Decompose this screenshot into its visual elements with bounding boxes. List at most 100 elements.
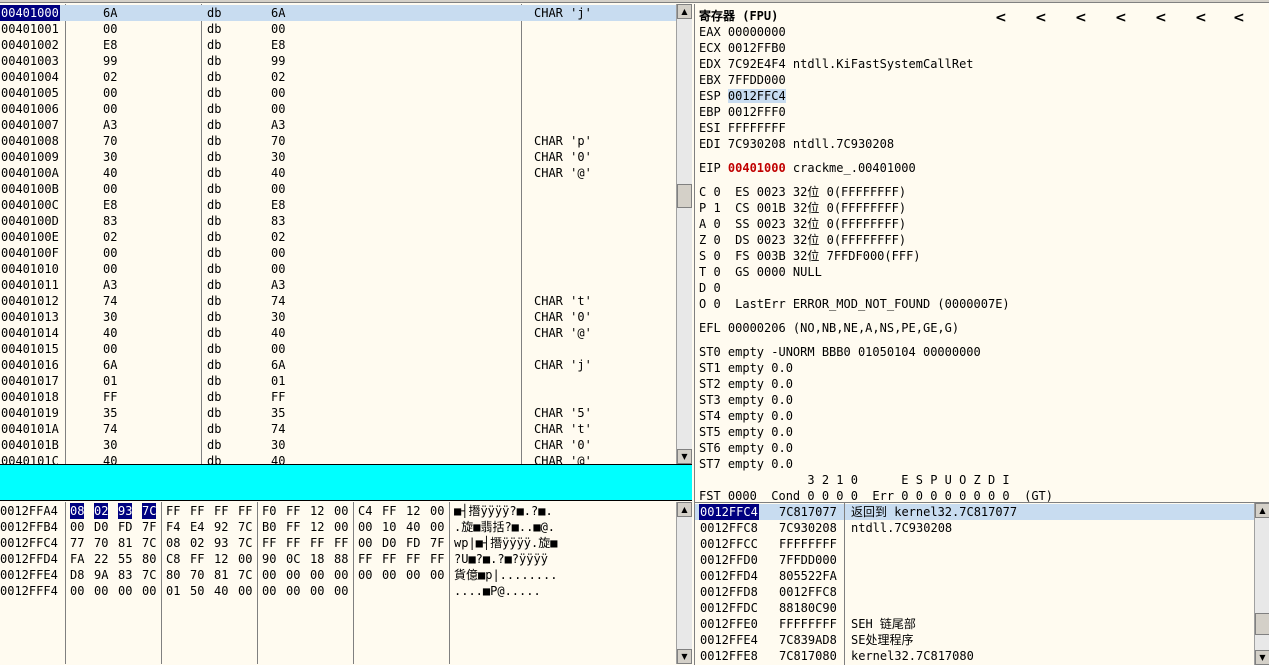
dump-byte[interactable]: 0C xyxy=(286,551,300,567)
dump-byte[interactable]: 80 xyxy=(166,567,180,583)
dump-byte[interactable]: FF xyxy=(430,551,444,567)
dump-byte[interactable]: 08 xyxy=(70,503,85,519)
disasm-row[interactable]: 00401010 00 db 00 xyxy=(0,261,676,277)
dump-byte[interactable]: 7F xyxy=(430,535,444,551)
dump-byte[interactable]: 12 xyxy=(406,503,420,519)
dump-byte[interactable]: 00 xyxy=(334,583,348,599)
dump-byte[interactable]: 00 xyxy=(358,567,372,583)
register-line[interactable]: EBP 0012FFF0 xyxy=(699,104,786,120)
register-line[interactable]: EAX 00000000 xyxy=(699,24,786,40)
disasm-row[interactable]: 0040101B 30 db 30 CHAR '0' xyxy=(0,437,676,453)
dump-byte[interactable]: 00 xyxy=(118,583,132,599)
register-line[interactable]: A 0 SS 0023 32位 0(FFFFFFFF) xyxy=(699,216,906,232)
dump-byte[interactable]: FF xyxy=(166,503,180,519)
dump-row[interactable]: 0012FFD4 FA 22 55 80 C8 FF 12 00 90 0C 18 88 FF FF FF FF… xyxy=(0,551,676,567)
registers-pane[interactable]: 寄存器 (FPU) < < < < < < < EAX 00000000 ECX 0012FF… xyxy=(694,4,1269,502)
nav-arrow-icon[interactable]: < xyxy=(1115,11,1127,25)
disasm-row[interactable]: 0040101A 74 db 74 CHAR 't' xyxy=(0,421,676,437)
register-line[interactable]: ST4 empty 0.0 xyxy=(699,408,793,424)
dump-byte[interactable]: 18 xyxy=(310,551,324,567)
dump-byte[interactable]: 08 xyxy=(166,535,180,551)
dump-row[interactable]: 0012FFE4 D8 9A 83 7C 80 70 81 7C 00 00 00 00 00 00 00 00… xyxy=(0,567,676,583)
dump-byte[interactable]: 90 xyxy=(262,551,276,567)
dump-byte[interactable]: 00 xyxy=(262,583,276,599)
dump-byte[interactable]: 12 xyxy=(310,519,324,535)
dump-byte[interactable]: 00 xyxy=(70,519,84,535)
dump-byte[interactable]: 83 xyxy=(118,567,132,583)
dump-row[interactable]: 0012FFC4 77 70 81 7C 08 02 93 7C FF FF FF FF 00 D0 FD 7F… xyxy=(0,535,676,551)
register-line[interactable]: O 0 LastErr ERROR_MOD_NOT_FOUND (0000007… xyxy=(699,296,1010,312)
dump-byte[interactable]: 93 xyxy=(118,503,133,519)
dump-byte[interactable]: 7C xyxy=(238,535,252,551)
dump-byte[interactable]: 7C xyxy=(238,567,252,583)
dump-byte[interactable]: 88 xyxy=(334,551,348,567)
dump-byte[interactable]: 00 xyxy=(334,503,348,519)
scroll-thumb[interactable] xyxy=(1255,613,1269,635)
register-line[interactable]: EDI 7C930208 ntdll.7C930208 xyxy=(699,136,894,152)
register-line[interactable]: ECX 0012FFB0 xyxy=(699,40,786,56)
register-line[interactable]: EBX 7FFDD000 xyxy=(699,72,786,88)
dump-byte[interactable]: 40 xyxy=(406,519,420,535)
disassembly-pane[interactable]: 00401000 6A db 6A CHAR 'j' 00401001 00 db 00 0040… xyxy=(0,4,692,464)
stack-row[interactable]: 0012FFE4 7C839AD8 SE处理程序 xyxy=(695,632,1254,648)
stack-row[interactable]: 0012FFD8 0012FFC8 xyxy=(695,584,1254,600)
stack-row[interactable]: 0012FFE0 FFFFFFFF SEH 链尾部 xyxy=(695,616,1254,632)
register-line[interactable]: ESI FFFFFFFF xyxy=(699,120,786,136)
disasm-row[interactable]: 00401015 00 db 00 xyxy=(0,341,676,357)
register-line[interactable]: P 1 CS 001B 32位 0(FFFFFFFF) xyxy=(699,200,906,216)
dump-byte[interactable]: 00 xyxy=(334,519,348,535)
dump-byte[interactable]: 00 xyxy=(142,583,156,599)
register-line[interactable]: 3 2 1 0 E S P U O Z D I xyxy=(699,472,1009,488)
disasm-row[interactable]: 0040100F 00 db 00 xyxy=(0,245,676,261)
scroll-thumb[interactable] xyxy=(677,184,692,208)
dump-byte[interactable]: FF xyxy=(286,519,300,535)
dump-byte[interactable]: 7F xyxy=(142,519,156,535)
dump-byte[interactable]: B0 xyxy=(262,519,276,535)
dump-byte[interactable]: 00 xyxy=(286,567,300,583)
dump-byte[interactable]: 9A xyxy=(94,567,108,583)
dump-scrollbar[interactable]: ▲ ▼ xyxy=(676,502,692,664)
dump-byte[interactable]: 00 xyxy=(430,503,444,519)
disasm-row[interactable]: 00401014 40 db 40 CHAR '@' xyxy=(0,325,676,341)
dump-byte[interactable]: 00 xyxy=(310,567,324,583)
disasm-row[interactable]: 0040100B 00 db 00 xyxy=(0,181,676,197)
memory-dump-pane[interactable]: 0012FFA4 08 02 93 7C FF FF FF FF F0 FF 12 00 C4 FF 12 00… xyxy=(0,502,692,664)
disasm-row[interactable]: 0040100D 83 db 83 xyxy=(0,213,676,229)
dump-byte[interactable]: 55 xyxy=(118,551,132,567)
dump-byte[interactable]: 02 xyxy=(94,503,109,519)
dump-byte[interactable]: FF xyxy=(190,503,204,519)
nav-arrow-icon[interactable]: < xyxy=(1233,11,1245,25)
dump-byte[interactable]: 22 xyxy=(94,551,108,567)
register-line[interactable]: C 0 ES 0023 32位 0(FFFFFFFF) xyxy=(699,184,906,200)
disasm-row[interactable]: 00401000 6A db 6A CHAR 'j' xyxy=(0,5,676,21)
register-line[interactable]: ST7 empty 0.0 xyxy=(699,456,793,472)
stack-row[interactable]: 0012FFDC 88180C90 xyxy=(695,600,1254,616)
register-value-highlight[interactable]: 0012FFC4 xyxy=(727,89,786,103)
disasm-row[interactable]: 00401009 30 db 30 CHAR '0' xyxy=(0,149,676,165)
dump-byte[interactable]: FA xyxy=(70,551,84,567)
disasm-scrollbar[interactable]: ▲ ▼ xyxy=(676,4,692,464)
dump-byte[interactable]: 80 xyxy=(142,551,156,567)
register-line[interactable]: ST3 empty 0.0 xyxy=(699,392,793,408)
nav-arrow-icon[interactable]: < xyxy=(1035,11,1047,25)
dump-byte[interactable]: 7C xyxy=(142,567,156,583)
disasm-row[interactable]: 0040100E 02 db 02 xyxy=(0,229,676,245)
dump-byte[interactable]: FF xyxy=(382,503,396,519)
stack-row[interactable]: 0012FFC4 7C817077 返回到 kernel32.7C817077 xyxy=(695,504,1254,520)
dump-byte[interactable]: FF xyxy=(214,503,228,519)
disasm-row[interactable]: 00401016 6A db 6A CHAR 'j' xyxy=(0,357,676,373)
disasm-row[interactable]: 00401019 35 db 35 CHAR '5' xyxy=(0,405,676,421)
dump-byte[interactable]: 00 xyxy=(430,519,444,535)
dump-byte[interactable]: F0 xyxy=(262,503,276,519)
dump-row[interactable]: 0012FFA4 08 02 93 7C FF FF FF FF F0 FF 12 00 C4 FF 12 00… xyxy=(0,503,676,519)
dump-byte[interactable]: 00 xyxy=(430,567,444,583)
register-line[interactable]: S 0 FS 003B 32位 7FFDF000(FFF) xyxy=(699,248,921,264)
dump-byte[interactable]: 7C xyxy=(142,503,157,519)
dump-byte[interactable]: D8 xyxy=(70,567,84,583)
register-line[interactable]: ST2 empty 0.0 xyxy=(699,376,793,392)
dump-byte[interactable]: FD xyxy=(406,535,420,551)
dump-byte[interactable]: FF xyxy=(286,503,300,519)
scroll-down-icon[interactable]: ▼ xyxy=(677,449,692,464)
disasm-row[interactable]: 00401012 74 db 74 CHAR 't' xyxy=(0,293,676,309)
dump-byte[interactable]: FF xyxy=(262,535,276,551)
